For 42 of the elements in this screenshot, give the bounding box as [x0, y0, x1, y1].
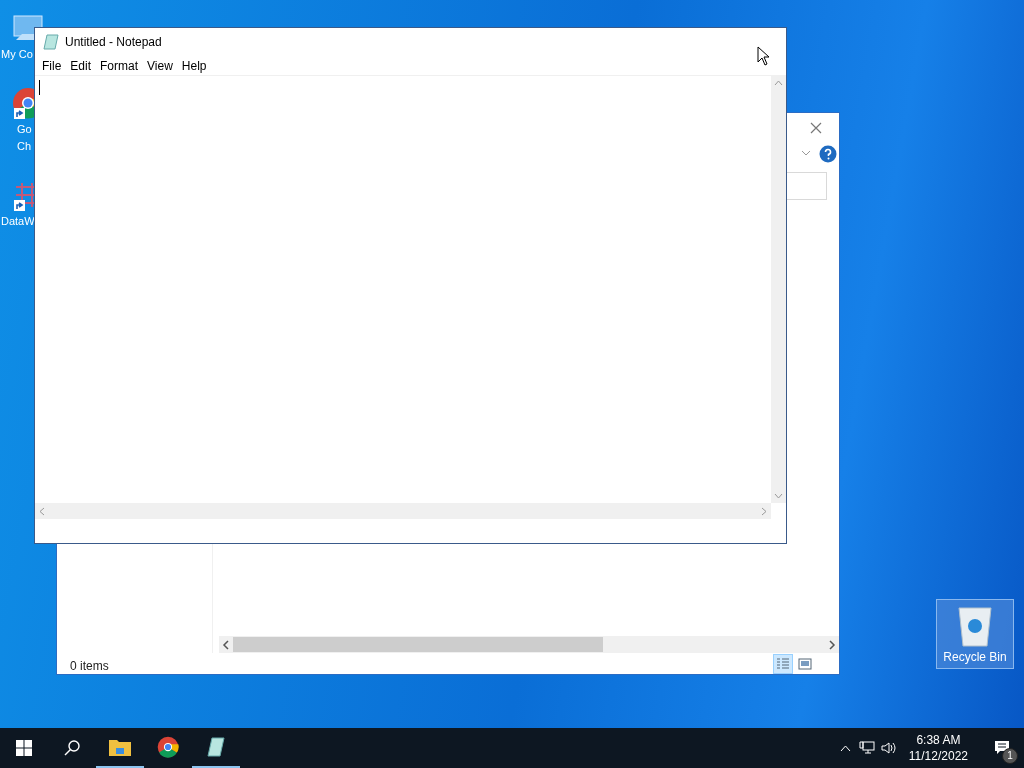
clock-time: 6:38 AM — [916, 732, 961, 748]
search-icon — [64, 740, 80, 756]
status-text: 0 items — [70, 658, 109, 675]
text-cursor — [39, 80, 40, 95]
browser-icon — [157, 736, 179, 758]
horizontal-scrollbar[interactable] — [219, 636, 839, 653]
recycle-bin[interactable]: Recycle Bin — [936, 599, 1014, 669]
scroll-right-icon[interactable] — [828, 639, 836, 650]
menu-item[interactable]: File — [38, 56, 66, 75]
chevron-up-icon[interactable] — [839, 744, 851, 752]
notification-button[interactable]: 1 — [980, 728, 1024, 768]
menu-item[interactable]: Format — [96, 56, 143, 75]
notepad-icon — [206, 736, 226, 758]
notepad-icon — [43, 34, 59, 50]
close-icon — [810, 122, 822, 134]
scroll-up-icon[interactable] — [774, 80, 783, 86]
folder-icon — [109, 738, 131, 756]
speaker-icon[interactable] — [880, 741, 897, 755]
menu-item[interactable]: Help — [177, 56, 211, 75]
icon-label: My Co — [1, 47, 33, 61]
icon-label: Go — [17, 122, 32, 136]
scrollbar-thumb[interactable] — [233, 637, 603, 652]
icon-label: DataW — [1, 214, 35, 228]
vertical-scrollbar[interactable] — [771, 76, 786, 503]
help-icon[interactable] — [819, 145, 837, 163]
scroll-left-icon[interactable] — [222, 639, 230, 650]
trash-bin-icon — [955, 604, 995, 648]
clock-date: 11/12/2022 — [908, 748, 968, 764]
menu-item[interactable]: Edit — [66, 56, 96, 75]
notification-count: 1 — [1002, 748, 1018, 764]
message-icon — [994, 740, 1010, 756]
chevron-down-icon[interactable] — [801, 150, 811, 156]
details-icon — [776, 658, 790, 670]
menu-item[interactable]: View — [143, 56, 177, 75]
window-title: Untitled - Notepad — [65, 34, 162, 51]
windows-logo-icon — [16, 740, 32, 756]
icon-label: Ch — [17, 139, 32, 153]
mouse-pointer-icon — [757, 46, 770, 66]
tiles-icon — [798, 658, 812, 670]
network-icon[interactable] — [858, 741, 875, 755]
details-view-button[interactable] — [773, 654, 793, 674]
scroll-down-icon[interactable] — [774, 493, 783, 499]
